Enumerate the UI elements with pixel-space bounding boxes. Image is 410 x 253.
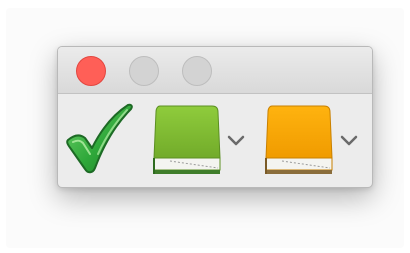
chevron-down-icon[interactable] (339, 134, 359, 148)
title-bar[interactable] (58, 47, 372, 94)
app-window (57, 46, 373, 188)
green-book-icon[interactable] (150, 104, 222, 178)
chevron-down-icon[interactable] (226, 134, 246, 148)
minimize-button[interactable] (129, 56, 159, 86)
orange-book-icon[interactable] (262, 104, 334, 178)
close-button[interactable] (76, 56, 106, 86)
toolbar (58, 94, 372, 187)
zoom-button[interactable] (182, 56, 212, 86)
checkmark-icon[interactable] (64, 102, 134, 176)
